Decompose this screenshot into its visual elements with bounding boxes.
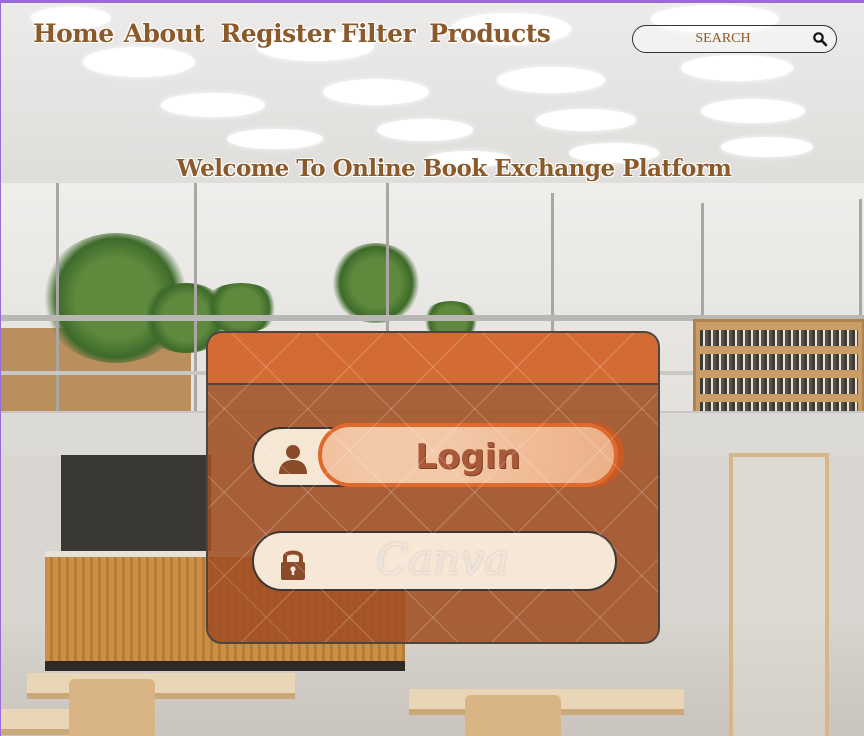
search-input[interactable]: [643, 29, 803, 49]
nav-products[interactable]: Products: [429, 19, 551, 53]
login-card-header: [208, 333, 658, 385]
user-icon: [279, 445, 307, 474]
search-box: [632, 25, 837, 53]
lock-icon: [281, 550, 305, 580]
nav-filter[interactable]: Filter: [341, 19, 416, 53]
search-icon[interactable]: [812, 31, 828, 47]
page-title: Welcome To Online Book Exchange Platform: [176, 155, 732, 182]
password-field[interactable]: [252, 531, 617, 591]
nav-about[interactable]: About: [124, 19, 205, 53]
login-button-label: Login: [415, 437, 521, 477]
login-card: Login Canva: [206, 331, 660, 644]
top-nav: Home About Register Filter Products: [33, 19, 551, 53]
login-button[interactable]: Login: [318, 423, 618, 487]
nav-home[interactable]: Home: [33, 19, 114, 53]
nav-register[interactable]: Register: [220, 19, 335, 53]
display-case: [729, 453, 829, 736]
doorway: [61, 455, 211, 551]
